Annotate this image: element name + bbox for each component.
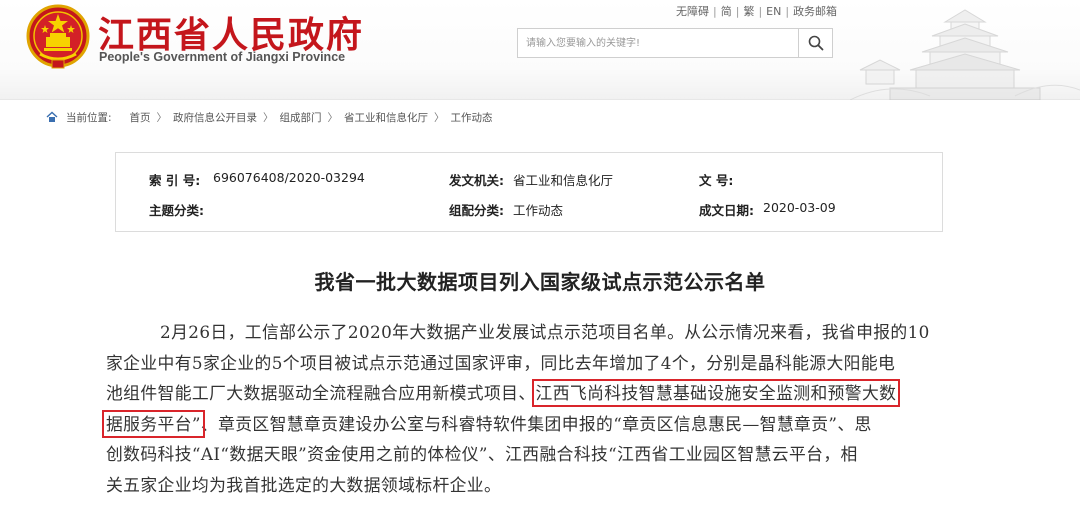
article-line: 关五家企业均为我首批选定的大数据领域标杆企业。	[106, 474, 502, 495]
separator: |	[735, 5, 740, 18]
breadcrumb-home[interactable]: 首页	[130, 110, 151, 125]
article-line: 家企业中有5家企业的5个项目被试点示范通过国家评审，同比去年增加了4个，分别是晶…	[106, 352, 896, 373]
article-title: 我省一批大数据项目列入国家级试点示范公示名单	[314, 270, 766, 294]
index-key: 索 引 号:	[149, 173, 201, 188]
article-text: 、章贡区智慧章贡建设办公室与科睿特软件集团申报的“章贡区信息惠民—智慧章贡”、思	[200, 413, 872, 434]
highlighted-project-name-cont: 据服务平台”	[102, 409, 205, 438]
pavilion-illustration	[850, 9, 1080, 100]
chevron-right-icon: 〉	[263, 111, 274, 124]
search-button[interactable]	[798, 29, 832, 57]
breadcrumb-info-catalog[interactable]: 政府信息公开目录	[173, 110, 257, 125]
simplified-chinese-link[interactable]: 简	[721, 5, 732, 18]
breadcrumb-industry-dept[interactable]: 省工业和信息化厅	[344, 110, 428, 125]
date-value: 2020-03-09	[763, 200, 836, 215]
traditional-chinese-link[interactable]: 繁	[743, 5, 754, 18]
date-key: 成文日期:	[699, 203, 754, 218]
document-meta-table: 索 引 号: 696076408/2020-03294 发文机关: 省工业和信息…	[115, 152, 943, 232]
category-value: 工作动态	[513, 203, 564, 218]
site-subtitle: People's Government of Jiangxi Province	[99, 50, 346, 64]
article-line: 池组件智能工厂大数据驱动全流程融合应用新模式项目、江西飞尚科技智慧基础设施安全监…	[106, 378, 958, 409]
chevron-right-icon: 〉	[156, 111, 168, 124]
top-links: 无障碍 | 简 | 繁 | EN | 政务邮箱	[676, 3, 837, 19]
breadcrumb-label: 当前位置:	[66, 111, 112, 124]
breadcrumb-departments[interactable]: 组成部门	[280, 110, 322, 125]
highlighted-project-name: 江西飞尚科技智慧基础设施安全监测和预警大数	[531, 379, 901, 407]
search-icon	[808, 35, 823, 51]
breadcrumb: 当前位置: 首页 〉 政府信息公开目录 〉 组成部门 〉 省工业和信息化厅 〉 …	[46, 108, 493, 126]
search-box	[517, 28, 833, 58]
national-emblem-icon[interactable]	[26, 4, 90, 70]
home-icon	[46, 111, 58, 122]
chevron-right-icon: 〉	[434, 111, 445, 124]
article-line: 2月26日，工信部公示了2020年大数据产业发展试点示范项目名单。从公示情况来看…	[160, 322, 930, 342]
gov-mail-link[interactable]: 政务邮箱	[793, 5, 837, 18]
article-line: 据服务平台”、章贡区智慧章贡建设办公室与科睿特软件集团申报的“章贡区信息惠民—智…	[102, 409, 958, 440]
english-link[interactable]: EN	[766, 5, 781, 18]
separator: |	[713, 5, 717, 18]
index-value: 696076408/2020-03294	[213, 170, 365, 185]
article-text: 池组件智能工厂大数据驱动全流程融合应用新模式项目、	[106, 383, 536, 403]
issuer-value: 省工业和信息化厅	[513, 173, 614, 188]
search-input[interactable]	[518, 29, 798, 57]
separator: |	[785, 5, 790, 18]
issuer-key: 发文机关:	[449, 173, 504, 188]
docno-key: 文 号:	[699, 173, 734, 188]
site-header: 江西省人民政府 People's Government of Jiangxi P…	[0, 0, 1080, 100]
article-body: 2月26日，工信部公示了2020年大数据产业发展试点示范项目名单。从公示情况来看…	[102, 317, 958, 500]
category-key: 组配分类:	[449, 203, 504, 218]
separator: |	[758, 5, 763, 18]
article-line: 创数码科技“AI“数据天眼”资金使用之前的体检仪”、江西融合科技“江西省工业园区…	[106, 444, 858, 464]
accessibility-link[interactable]: 无障碍	[676, 5, 709, 18]
chevron-right-icon: 〉	[327, 111, 339, 124]
topic-key: 主题分类:	[149, 203, 204, 218]
breadcrumb-work-news[interactable]: 工作动态	[451, 110, 493, 125]
